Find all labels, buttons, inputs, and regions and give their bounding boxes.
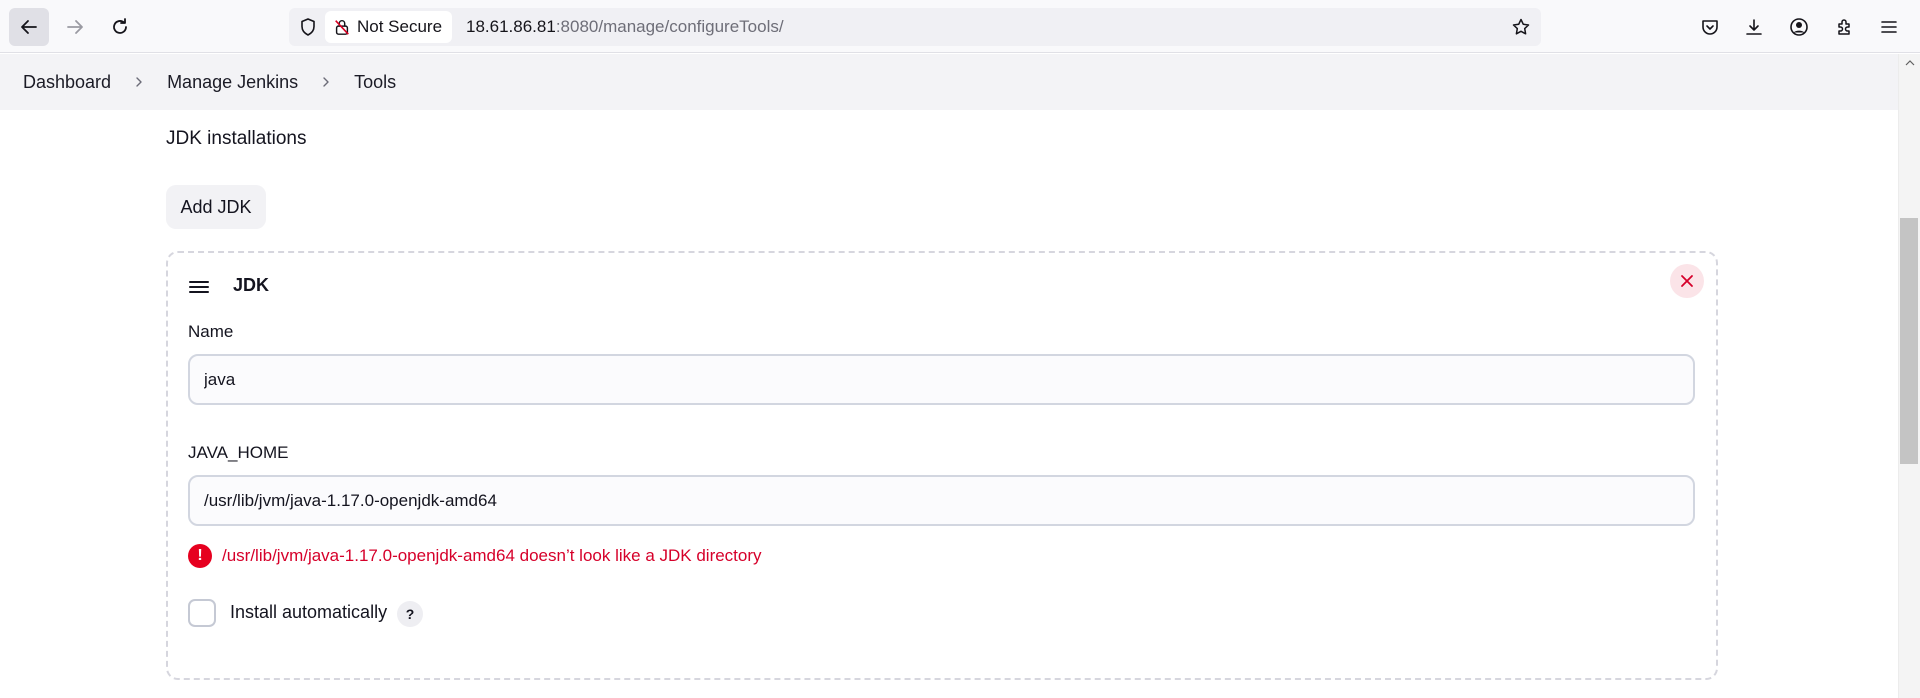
- install-automatically-checkbox[interactable]: [188, 599, 216, 627]
- scroll-up-icon[interactable]: [1905, 58, 1915, 68]
- shield-icon[interactable]: [298, 17, 318, 37]
- forward-button[interactable]: [55, 8, 95, 46]
- delete-button[interactable]: [1670, 264, 1704, 298]
- help-button[interactable]: ?: [397, 601, 423, 627]
- name-input[interactable]: [188, 354, 1695, 405]
- back-button[interactable]: [9, 8, 49, 46]
- drag-handle-icon[interactable]: [189, 279, 209, 295]
- name-label: Name: [188, 322, 234, 341]
- account-button[interactable]: [1789, 17, 1809, 37]
- security-label: Not Secure: [357, 17, 443, 36]
- chevron-right-icon: [320, 76, 332, 88]
- reload-button[interactable]: [100, 8, 140, 46]
- section-title: JDK installations: [166, 128, 307, 149]
- pocket-icon: [1702, 20, 1718, 35]
- download-button[interactable]: [1744, 17, 1764, 37]
- close-icon: [1681, 275, 1693, 287]
- download-icon: [1746, 19, 1762, 35]
- security-indicator[interactable]: Not Secure: [325, 11, 453, 43]
- scrollbar-thumb[interactable]: [1900, 218, 1918, 464]
- card-title: JDK: [233, 275, 270, 295]
- java-home-input[interactable]: [188, 475, 1695, 526]
- back-arrow-icon: [21, 20, 37, 34]
- pocket-button[interactable]: [1700, 17, 1720, 37]
- url-text[interactable]: 18.61.86.81:8080/manage/configureTools/: [466, 17, 784, 37]
- jdk-card: JDK Name JAVA_HOME ! /usr/lib/jvm/java-1…: [166, 251, 1718, 680]
- forward-arrow-icon: [67, 20, 83, 34]
- breadcrumb-item-dashboard[interactable]: Dashboard: [23, 72, 111, 93]
- insecure-lock-icon: [335, 20, 349, 35]
- java-home-label: JAVA_HOME: [188, 443, 289, 462]
- browser-toolbar: Not Secure 18.61.86.81:8080/manage/confi…: [0, 0, 1920, 53]
- error-icon: !: [188, 544, 212, 568]
- extensions-icon: [1838, 19, 1850, 35]
- url-bar[interactable]: Not Secure 18.61.86.81:8080/manage/confi…: [289, 8, 1541, 46]
- url-path: :8080/manage/configureTools/: [555, 17, 784, 36]
- extensions-button[interactable]: [1835, 17, 1855, 37]
- bookmark-star-icon[interactable]: [1511, 17, 1531, 37]
- validation-error: ! /usr/lib/jvm/java-1.17.0-openjdk-amd64…: [188, 544, 762, 568]
- reload-icon: [113, 18, 127, 34]
- account-icon: [1790, 18, 1808, 36]
- menu-icon: [1881, 21, 1897, 33]
- chevron-right-icon: [133, 76, 145, 88]
- menu-button[interactable]: [1879, 17, 1899, 37]
- breadcrumb-item-manage-jenkins[interactable]: Manage Jenkins: [167, 72, 298, 93]
- error-message: /usr/lib/jvm/java-1.17.0-openjdk-amd64 d…: [222, 546, 762, 565]
- breadcrumb-item-tools[interactable]: Tools: [354, 72, 396, 93]
- add-jdk-button[interactable]: Add JDK: [166, 185, 266, 229]
- breadcrumb: Dashboard Manage Jenkins Tools: [0, 54, 1898, 110]
- url-host: 18.61.86.81: [466, 17, 556, 36]
- install-automatically-label[interactable]: Install automatically: [230, 602, 387, 623]
